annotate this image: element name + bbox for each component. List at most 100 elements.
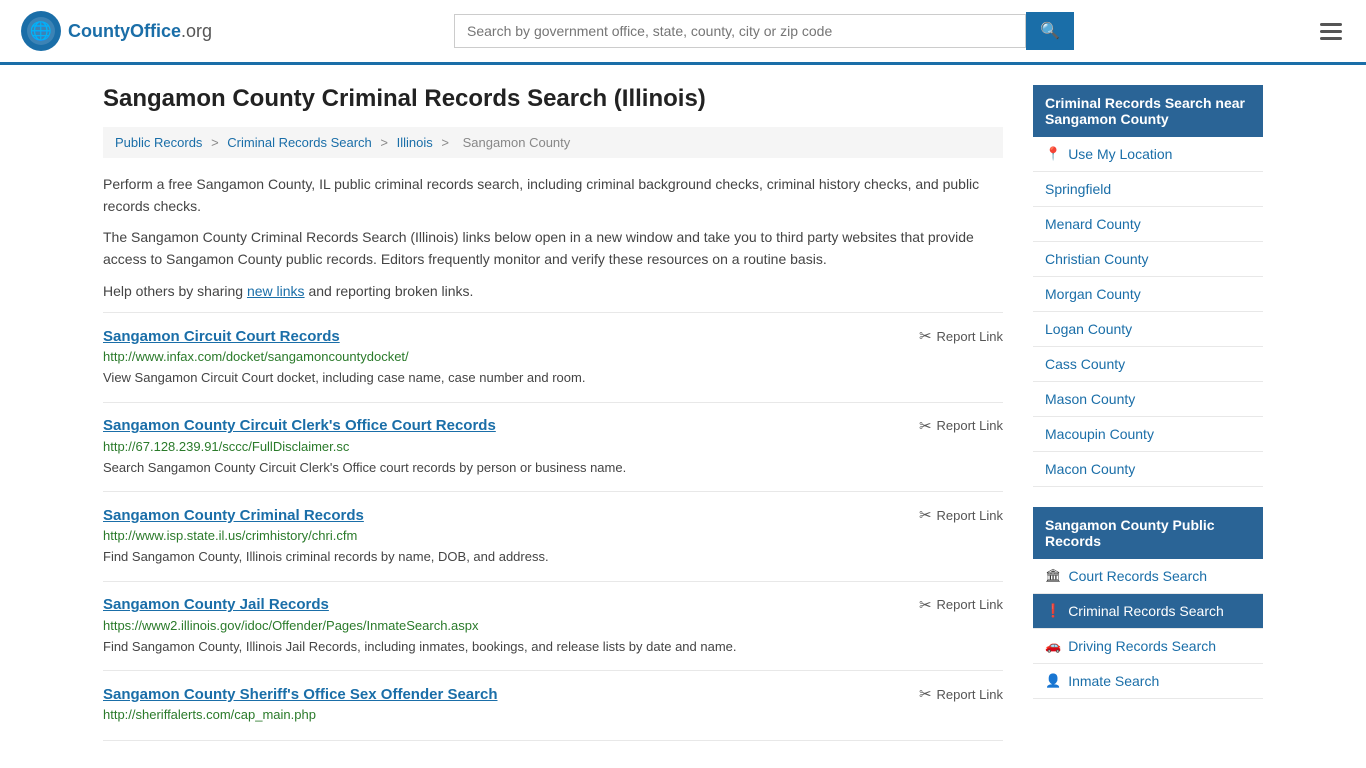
- nearby-link[interactable]: Mason County: [1045, 391, 1135, 407]
- nearby-link[interactable]: Use My Location: [1068, 146, 1172, 162]
- record-title[interactable]: Sangamon County Circuit Clerk's Office C…: [103, 417, 496, 434]
- search-input[interactable]: [454, 14, 1026, 48]
- location-icon: 📍: [1045, 146, 1061, 162]
- sidebar-item-icon: ❗: [1045, 603, 1061, 619]
- nearby-link[interactable]: Logan County: [1045, 321, 1132, 337]
- main-wrapper: Sangamon County Criminal Records Search …: [83, 65, 1283, 761]
- nearby-link[interactable]: Macon County: [1045, 461, 1135, 477]
- record-title[interactable]: Sangamon Circuit Court Records: [103, 328, 340, 345]
- public-records-header: Sangamon County Public Records: [1033, 507, 1263, 559]
- public-records-item[interactable]: ❗ Criminal Records Search: [1033, 594, 1263, 629]
- desc3-suffix: and reporting broken links.: [305, 283, 474, 299]
- public-records-item[interactable]: 👤 Inmate Search: [1033, 664, 1263, 699]
- public-records-link[interactable]: Inmate Search: [1068, 673, 1159, 689]
- public-records-section: Sangamon County Public Records 🏛 Court Re…: [1033, 507, 1263, 699]
- record-desc: Find Sangamon County, Illinois criminal …: [103, 547, 1003, 567]
- record-url[interactable]: http://67.128.239.91/sccc/FullDisclaimer…: [103, 439, 1003, 454]
- breadcrumb-illinois[interactable]: Illinois: [397, 135, 433, 150]
- record-url[interactable]: http://sheriffalerts.com/cap_main.php: [103, 707, 1003, 722]
- breadcrumb: Public Records > Criminal Records Search…: [103, 127, 1003, 158]
- record-header: Sangamon County Criminal Records ✂ Repor…: [103, 506, 1003, 524]
- record-desc: Find Sangamon County, Illinois Jail Reco…: [103, 637, 1003, 657]
- logo-icon: 🌐: [20, 10, 62, 52]
- public-records-link[interactable]: Criminal Records Search: [1068, 603, 1224, 619]
- record-url[interactable]: http://www.infax.com/docket/sangamoncoun…: [103, 349, 1003, 364]
- nearby-item[interactable]: Menard County: [1033, 207, 1263, 242]
- record-item: Sangamon County Sheriff's Office Sex Off…: [103, 670, 1003, 741]
- sidebar-item-icon: 🏛: [1045, 568, 1062, 584]
- record-title[interactable]: Sangamon County Jail Records: [103, 596, 329, 613]
- report-link-btn[interactable]: ✂ Report Link: [919, 417, 1003, 435]
- record-header: Sangamon County Jail Records ✂ Report Li…: [103, 596, 1003, 614]
- description-3: Help others by sharing new links and rep…: [103, 281, 1003, 303]
- record-title[interactable]: Sangamon County Criminal Records: [103, 507, 364, 524]
- nearby-item[interactable]: Mason County: [1033, 382, 1263, 417]
- public-records-item[interactable]: 🏛 Court Records Search: [1033, 559, 1263, 594]
- nearby-item[interactable]: Cass County: [1033, 347, 1263, 382]
- scissors-icon: ✂: [919, 596, 932, 614]
- record-desc: View Sangamon Circuit Court docket, incl…: [103, 368, 1003, 388]
- content-area: Sangamon County Criminal Records Search …: [103, 85, 1003, 741]
- public-records-item[interactable]: 🚗 Driving Records Search: [1033, 629, 1263, 664]
- search-button[interactable]: 🔍: [1026, 12, 1074, 50]
- report-link-btn[interactable]: ✂ Report Link: [919, 506, 1003, 524]
- report-link-label: Report Link: [937, 687, 1003, 702]
- nearby-item[interactable]: Morgan County: [1033, 277, 1263, 312]
- record-title[interactable]: Sangamon County Sheriff's Office Sex Off…: [103, 686, 498, 703]
- sidebar-item-icon: 🚗: [1045, 638, 1061, 654]
- description-1: Perform a free Sangamon County, IL publi…: [103, 174, 1003, 217]
- nearby-item[interactable]: Springfield: [1033, 172, 1263, 207]
- record-desc: Search Sangamon County Circuit Clerk's O…: [103, 458, 1003, 478]
- svg-text:🌐: 🌐: [30, 20, 52, 41]
- report-link-btn[interactable]: ✂ Report Link: [919, 685, 1003, 703]
- site-header: 🌐 CountyOffice.org 🔍: [0, 0, 1366, 65]
- sidebar-item-icon: 👤: [1045, 673, 1061, 689]
- nearby-item[interactable]: Logan County: [1033, 312, 1263, 347]
- sidebar: Criminal Records Search near Sangamon Co…: [1033, 85, 1263, 741]
- nearby-link[interactable]: Morgan County: [1045, 286, 1141, 302]
- report-link-label: Report Link: [937, 597, 1003, 612]
- nearby-item[interactable]: Christian County: [1033, 242, 1263, 277]
- public-records-link[interactable]: Court Records Search: [1069, 568, 1208, 584]
- record-item: Sangamon County Jail Records ✂ Report Li…: [103, 581, 1003, 671]
- report-link-label: Report Link: [937, 418, 1003, 433]
- record-url[interactable]: http://www.isp.state.il.us/crimhistory/c…: [103, 528, 1003, 543]
- nearby-link[interactable]: Cass County: [1045, 356, 1125, 372]
- scissors-icon: ✂: [919, 685, 932, 703]
- nearby-link[interactable]: Macoupin County: [1045, 426, 1154, 442]
- breadcrumb-criminal-records[interactable]: Criminal Records Search: [227, 135, 372, 150]
- breadcrumb-sep1: >: [211, 135, 222, 150]
- records-list: Sangamon Circuit Court Records ✂ Report …: [103, 312, 1003, 741]
- menu-button[interactable]: [1316, 19, 1346, 44]
- search-area: 🔍: [454, 12, 1074, 50]
- nearby-link[interactable]: Springfield: [1045, 181, 1111, 197]
- logo-text: CountyOffice.org: [68, 21, 212, 42]
- nearby-section: Criminal Records Search near Sangamon Co…: [1033, 85, 1263, 487]
- nearby-header: Criminal Records Search near Sangamon Co…: [1033, 85, 1263, 137]
- nearby-item[interactable]: 📍 Use My Location: [1033, 137, 1263, 172]
- nearby-item[interactable]: Macon County: [1033, 452, 1263, 487]
- nearby-link[interactable]: Menard County: [1045, 216, 1141, 232]
- public-records-list: 🏛 Court Records Search ❗ Criminal Records S…: [1033, 559, 1263, 699]
- breadcrumb-sep2: >: [380, 135, 391, 150]
- breadcrumb-public-records[interactable]: Public Records: [115, 135, 202, 150]
- record-item: Sangamon County Criminal Records ✂ Repor…: [103, 491, 1003, 581]
- page-title: Sangamon County Criminal Records Search …: [103, 85, 1003, 113]
- scissors-icon: ✂: [919, 506, 932, 524]
- nearby-link[interactable]: Christian County: [1045, 251, 1149, 267]
- breadcrumb-sep3: >: [441, 135, 452, 150]
- report-link-label: Report Link: [937, 329, 1003, 344]
- desc3-prefix: Help others by sharing: [103, 283, 247, 299]
- public-records-link[interactable]: Driving Records Search: [1068, 638, 1216, 654]
- report-link-btn[interactable]: ✂ Report Link: [919, 327, 1003, 345]
- description-2: The Sangamon County Criminal Records Sea…: [103, 227, 1003, 270]
- new-links-link[interactable]: new links: [247, 283, 305, 299]
- nearby-item[interactable]: Macoupin County: [1033, 417, 1263, 452]
- record-header: Sangamon County Circuit Clerk's Office C…: [103, 417, 1003, 435]
- record-url[interactable]: https://www2.illinois.gov/idoc/Offender/…: [103, 618, 1003, 633]
- record-header: Sangamon County Sheriff's Office Sex Off…: [103, 685, 1003, 703]
- record-item: Sangamon County Circuit Clerk's Office C…: [103, 402, 1003, 492]
- scissors-icon: ✂: [919, 417, 932, 435]
- record-header: Sangamon Circuit Court Records ✂ Report …: [103, 327, 1003, 345]
- report-link-btn[interactable]: ✂ Report Link: [919, 596, 1003, 614]
